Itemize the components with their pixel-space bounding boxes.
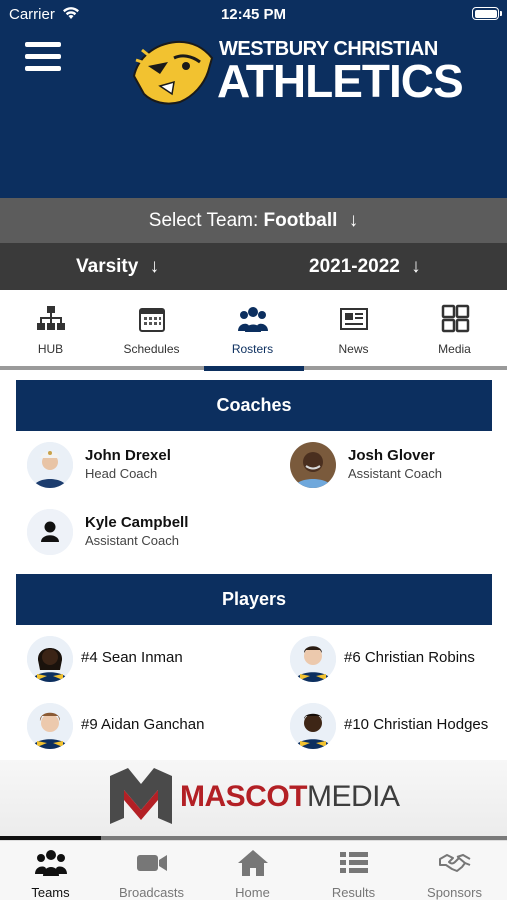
season-select[interactable]: 2021-2022 ↓ [309, 256, 421, 278]
clock: 12:45 PM [220, 6, 287, 23]
mascot-media-logo [110, 768, 172, 824]
arrow-down-icon: ↓ [149, 256, 160, 277]
team-icon [35, 850, 67, 876]
level-value: Varsity [76, 256, 139, 277]
coach-card[interactable]: Kyle Campbell Assistant Coach [27, 509, 267, 559]
tab-label: Broadcasts [118, 885, 185, 900]
tab-schedules[interactable]: Schedules [101, 290, 202, 366]
tab-media[interactable]: Media [404, 290, 505, 366]
coach-title: Assistant Coach [85, 533, 179, 548]
player-card[interactable]: #4 Sean Inman [27, 636, 267, 686]
coach-title: Assistant Coach [348, 466, 442, 481]
tab-label: Rosters [231, 342, 274, 356]
tab-label: News [338, 342, 369, 356]
player-card[interactable]: #9 Aidan Ganchan [27, 703, 267, 753]
grid-icon [441, 304, 470, 333]
tab-broadcasts[interactable]: Broadcasts [101, 841, 202, 900]
sponsor-wordmark: MASCOTMEDIA [180, 780, 400, 814]
bottom-tab-bar: Teams Broadcasts Home Results Sponsors [0, 840, 507, 900]
brand-athletics: ATHLETICS [217, 55, 464, 107]
team-select[interactable]: Select Team: Football ↓ [0, 198, 507, 243]
hamburger-menu-button[interactable] [25, 42, 61, 74]
tab-teams[interactable]: Teams [0, 841, 101, 900]
status-bar: Carrier 12:45 PM [0, 0, 507, 30]
coach-photo [27, 442, 73, 488]
player-name: #10 Christian Hodges [344, 716, 489, 733]
tab-sponsors[interactable]: Sponsors [404, 841, 505, 900]
sponsor-banner[interactable]: MASCOTMEDIA [0, 760, 507, 836]
tab-label: Home [235, 885, 270, 900]
player-card[interactable]: #6 Christian Robins [290, 636, 495, 686]
team-select-value: Football [263, 210, 338, 231]
team-select-label: Select Team: [148, 210, 259, 231]
coach-card[interactable]: Josh Glover Assistant Coach [290, 442, 495, 492]
tab-results[interactable]: Results [303, 841, 404, 900]
tab-label: Schedules [123, 342, 180, 356]
section-tabs: HUB Schedules Rosters News Media [0, 290, 507, 370]
org-chart-icon [37, 306, 65, 330]
tab-hub[interactable]: HUB [0, 290, 101, 366]
player-photo [27, 703, 73, 749]
sponsor-name-part1: MASCOT [180, 780, 308, 813]
player-photo [27, 636, 73, 682]
arrow-down-icon: ↓ [411, 256, 421, 277]
active-tab-indicator [204, 366, 304, 371]
people-group-icon [238, 307, 268, 332]
list-icon [340, 852, 368, 873]
video-camera-icon [137, 855, 167, 871]
level-select[interactable]: Varsity ↓ [76, 256, 159, 278]
player-name: #6 Christian Robins [344, 649, 475, 666]
tab-label: Media [438, 342, 471, 356]
person-placeholder-icon [27, 509, 73, 555]
player-name: #4 Sean Inman [81, 649, 183, 666]
coach-name: Josh Glover [348, 447, 435, 464]
home-icon [238, 850, 268, 876]
player-photo [290, 636, 336, 682]
coach-title: Head Coach [85, 466, 158, 481]
tab-label: Teams [31, 885, 70, 900]
tab-home[interactable]: Home [202, 841, 303, 900]
calendar-icon [139, 308, 165, 332]
handshake-icon [439, 853, 471, 872]
tab-label: Sponsors [427, 885, 482, 900]
tab-news[interactable]: News [303, 290, 404, 366]
tab-rosters[interactable]: Rosters [202, 290, 303, 366]
coach-card[interactable]: John Drexel Head Coach [27, 442, 267, 492]
coach-name: John Drexel [85, 447, 171, 464]
season-value: 2021-2022 [309, 256, 400, 277]
coach-photo [290, 442, 336, 488]
player-photo [290, 703, 336, 749]
tab-label: Results [331, 885, 376, 900]
arrow-down-icon: ↓ [348, 210, 359, 231]
sponsor-name-part2: MEDIA [307, 780, 400, 813]
players-heading: Players [16, 574, 492, 625]
level-season-bar: Varsity ↓ 2021-2022 ↓ [0, 243, 507, 290]
coach-name: Kyle Campbell [85, 514, 189, 531]
newspaper-icon [340, 308, 368, 330]
app-header: Carrier 12:45 PM WESTBURY CHRISTIAN ATHL… [0, 0, 507, 198]
player-card[interactable]: #10 Christian Hodges [290, 703, 495, 753]
battery-icon [472, 7, 502, 20]
player-name: #9 Aidan Ganchan [81, 716, 205, 733]
coaches-heading: Coaches [16, 380, 492, 431]
tab-label: HUB [37, 342, 64, 356]
